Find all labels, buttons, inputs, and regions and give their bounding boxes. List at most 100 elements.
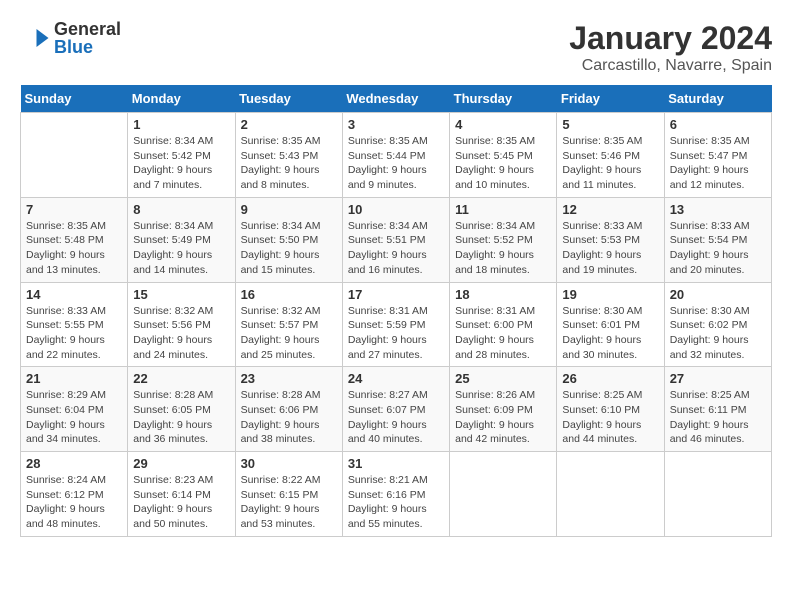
calendar-body: 1Sunrise: 8:34 AM Sunset: 5:42 PM Daylig… (21, 113, 772, 537)
day-info: Sunrise: 8:35 AM Sunset: 5:47 PM Dayligh… (670, 134, 766, 193)
day-number: 23 (241, 371, 337, 386)
logo-blue: Blue (54, 38, 121, 56)
day-info: Sunrise: 8:21 AM Sunset: 6:16 PM Dayligh… (348, 473, 444, 532)
calendar-cell: 10 Sunrise: 8:34 AM Sunset: 5:51 PM Dayli… (342, 197, 449, 282)
day-info: Sunrise: 8:34 AM Sunset: 5:51 PM Dayligh… (348, 219, 444, 278)
logo-icon (20, 23, 50, 53)
day-number: 18 (455, 287, 551, 302)
calendar-cell: 23 Sunrise: 8:28 AM Sunset: 6:06 PM Dayli… (235, 367, 342, 452)
calendar-cell: 27 Sunrise: 8:25 AM Sunset: 6:11 PM Dayli… (664, 367, 771, 452)
day-number: 12 (562, 202, 658, 217)
day-number: 2 (241, 117, 337, 132)
page-header: General Blue January 2024 Carcastillo, N… (20, 20, 772, 75)
day-number: 4 (455, 117, 551, 132)
day-info: Sunrise: 8:26 AM Sunset: 6:09 PM Dayligh… (455, 388, 551, 447)
day-info: Sunrise: 8:29 AM Sunset: 6:04 PM Dayligh… (26, 388, 122, 447)
day-number: 21 (26, 371, 122, 386)
calendar-cell: 29 Sunrise: 8:23 AM Sunset: 6:14 PM Dayli… (128, 452, 235, 537)
calendar-cell: 15 Sunrise: 8:32 AM Sunset: 5:56 PM Dayli… (128, 282, 235, 367)
header-day-tuesday: Tuesday (235, 85, 342, 113)
day-info: Sunrise: 8:30 AM Sunset: 6:01 PM Dayligh… (562, 304, 658, 363)
week-row-1: 1Sunrise: 8:34 AM Sunset: 5:42 PM Daylig… (21, 113, 772, 198)
calendar-cell: 1Sunrise: 8:34 AM Sunset: 5:42 PM Daylig… (128, 113, 235, 198)
day-number: 9 (241, 202, 337, 217)
day-info: Sunrise: 8:27 AM Sunset: 6:07 PM Dayligh… (348, 388, 444, 447)
day-number: 10 (348, 202, 444, 217)
week-row-3: 14 Sunrise: 8:33 AM Sunset: 5:55 PM Dayli… (21, 282, 772, 367)
day-info: Sunrise: 8:28 AM Sunset: 6:05 PM Dayligh… (133, 388, 229, 447)
calendar-cell: 28 Sunrise: 8:24 AM Sunset: 6:12 PM Dayli… (21, 452, 128, 537)
day-info: Sunrise: 8:25 AM Sunset: 6:10 PM Dayligh… (562, 388, 658, 447)
calendar-cell: 16 Sunrise: 8:32 AM Sunset: 5:57 PM Dayli… (235, 282, 342, 367)
calendar-cell: 5 Sunrise: 8:35 AM Sunset: 5:46 PM Daylig… (557, 113, 664, 198)
week-row-4: 21 Sunrise: 8:29 AM Sunset: 6:04 PM Dayli… (21, 367, 772, 452)
calendar-cell (664, 452, 771, 537)
calendar-cell: 2 Sunrise: 8:35 AM Sunset: 5:43 PM Daylig… (235, 113, 342, 198)
day-number: 14 (26, 287, 122, 302)
logo-text: General Blue (54, 20, 121, 56)
calendar-cell: 17 Sunrise: 8:31 AM Sunset: 5:59 PM Dayli… (342, 282, 449, 367)
calendar-cell (21, 113, 128, 198)
day-info: Sunrise: 8:34 AM Sunset: 5:52 PM Dayligh… (455, 219, 551, 278)
day-info: Sunrise: 8:35 AM Sunset: 5:48 PM Dayligh… (26, 219, 122, 278)
header-day-wednesday: Wednesday (342, 85, 449, 113)
calendar-cell: 8 Sunrise: 8:34 AM Sunset: 5:49 PM Daylig… (128, 197, 235, 282)
day-info: Sunrise: 8:35 AM Sunset: 5:45 PM Dayligh… (455, 134, 551, 193)
day-number: 20 (670, 287, 766, 302)
title-block: January 2024 Carcastillo, Navarre, Spain (569, 20, 772, 75)
day-number: 31 (348, 456, 444, 471)
header-day-friday: Friday (557, 85, 664, 113)
calendar-cell: 21 Sunrise: 8:29 AM Sunset: 6:04 PM Dayli… (21, 367, 128, 452)
calendar-cell: 24Sunrise: 8:27 AM Sunset: 6:07 PM Dayli… (342, 367, 449, 452)
day-info: Sunrise: 8:34 AM Sunset: 5:50 PM Dayligh… (241, 219, 337, 278)
day-info: Sunrise: 8:30 AM Sunset: 6:02 PM Dayligh… (670, 304, 766, 363)
day-number: 25 (455, 371, 551, 386)
calendar-cell: 9 Sunrise: 8:34 AM Sunset: 5:50 PM Daylig… (235, 197, 342, 282)
day-number: 28 (26, 456, 122, 471)
day-info: Sunrise: 8:35 AM Sunset: 5:43 PM Dayligh… (241, 134, 337, 193)
day-number: 29 (133, 456, 229, 471)
calendar-cell: 30Sunrise: 8:22 AM Sunset: 6:15 PM Dayli… (235, 452, 342, 537)
day-info: Sunrise: 8:33 AM Sunset: 5:55 PM Dayligh… (26, 304, 122, 363)
week-row-2: 7 Sunrise: 8:35 AM Sunset: 5:48 PM Daylig… (21, 197, 772, 282)
header-day-monday: Monday (128, 85, 235, 113)
day-number: 8 (133, 202, 229, 217)
day-info: Sunrise: 8:32 AM Sunset: 5:56 PM Dayligh… (133, 304, 229, 363)
day-number: 27 (670, 371, 766, 386)
day-info: Sunrise: 8:23 AM Sunset: 6:14 PM Dayligh… (133, 473, 229, 532)
header-day-thursday: Thursday (450, 85, 557, 113)
week-row-5: 28 Sunrise: 8:24 AM Sunset: 6:12 PM Dayli… (21, 452, 772, 537)
calendar-cell: 14 Sunrise: 8:33 AM Sunset: 5:55 PM Dayli… (21, 282, 128, 367)
calendar-cell: 26 Sunrise: 8:25 AM Sunset: 6:10 PM Dayli… (557, 367, 664, 452)
logo-general: General (54, 20, 121, 38)
day-number: 13 (670, 202, 766, 217)
day-number: 7 (26, 202, 122, 217)
calendar-cell (557, 452, 664, 537)
day-info: Sunrise: 8:34 AM Sunset: 5:49 PM Dayligh… (133, 219, 229, 278)
header-row: SundayMondayTuesdayWednesdayThursdayFrid… (21, 85, 772, 113)
day-number: 26 (562, 371, 658, 386)
day-info: Sunrise: 8:25 AM Sunset: 6:11 PM Dayligh… (670, 388, 766, 447)
calendar-cell: 7 Sunrise: 8:35 AM Sunset: 5:48 PM Daylig… (21, 197, 128, 282)
calendar-table: SundayMondayTuesdayWednesdayThursdayFrid… (20, 85, 772, 537)
day-number: 3 (348, 117, 444, 132)
day-number: 17 (348, 287, 444, 302)
day-info: Sunrise: 8:31 AM Sunset: 5:59 PM Dayligh… (348, 304, 444, 363)
day-number: 15 (133, 287, 229, 302)
calendar-cell: 12Sunrise: 8:33 AM Sunset: 5:53 PM Dayli… (557, 197, 664, 282)
day-info: Sunrise: 8:32 AM Sunset: 5:57 PM Dayligh… (241, 304, 337, 363)
calendar-cell: 31 Sunrise: 8:21 AM Sunset: 6:16 PM Dayli… (342, 452, 449, 537)
day-info: Sunrise: 8:28 AM Sunset: 6:06 PM Dayligh… (241, 388, 337, 447)
calendar-subtitle: Carcastillo, Navarre, Spain (569, 57, 772, 75)
day-number: 16 (241, 287, 337, 302)
day-info: Sunrise: 8:24 AM Sunset: 6:12 PM Dayligh… (26, 473, 122, 532)
day-number: 5 (562, 117, 658, 132)
day-info: Sunrise: 8:35 AM Sunset: 5:44 PM Dayligh… (348, 134, 444, 193)
day-info: Sunrise: 8:35 AM Sunset: 5:46 PM Dayligh… (562, 134, 658, 193)
day-info: Sunrise: 8:22 AM Sunset: 6:15 PM Dayligh… (241, 473, 337, 532)
calendar-cell: 13Sunrise: 8:33 AM Sunset: 5:54 PM Dayli… (664, 197, 771, 282)
header-day-sunday: Sunday (21, 85, 128, 113)
day-info: Sunrise: 8:31 AM Sunset: 6:00 PM Dayligh… (455, 304, 551, 363)
calendar-cell: 22Sunrise: 8:28 AM Sunset: 6:05 PM Dayli… (128, 367, 235, 452)
calendar-cell: 18 Sunrise: 8:31 AM Sunset: 6:00 PM Dayli… (450, 282, 557, 367)
